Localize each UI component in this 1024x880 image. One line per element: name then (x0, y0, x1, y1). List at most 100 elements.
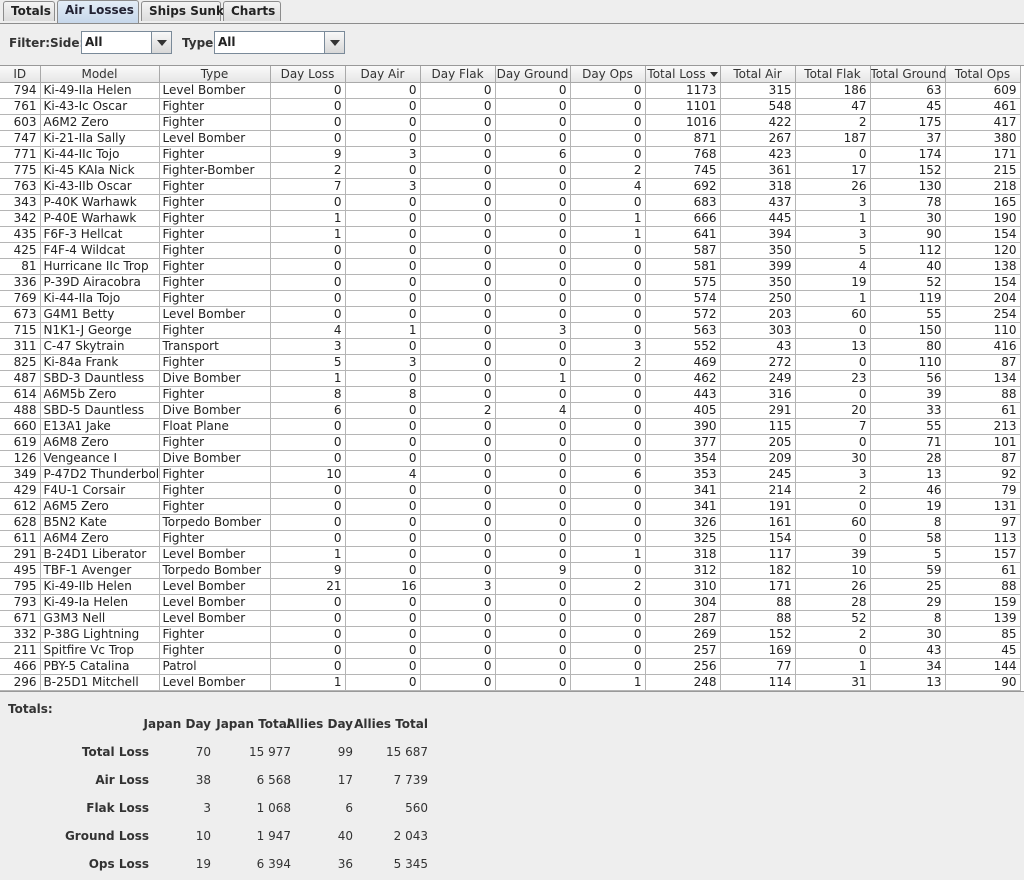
table-row[interactable]: 126 Vengeance I Dive Bomber 0 0 0 0 0 354 209 30 28… (0, 450, 1021, 467)
table-row[interactable]: 660 E13A1 Jake Float Plane 0 0 0 0 0 390 115 7 55 21… (0, 418, 1021, 435)
table-cell: Ki-84a Frank (40, 354, 160, 371)
table-row[interactable]: 771 Ki-44-IIc Tojo Fighter 9 3 0 6 0 768 423 0 174 1… (0, 146, 1021, 163)
table-row[interactable]: 793 Ki-49-Ia Helen Level Bomber 0 0 0 0 0 304 88 2… (0, 594, 1021, 611)
totals-row-label: Air Loss (95, 773, 149, 787)
table-cell: 291 (720, 402, 796, 419)
table-row[interactable]: 769 Ki-44-IIa Tojo Fighter 0 0 0 0 0 574 250 1 119 2… (0, 290, 1021, 307)
table-cell: 213 (945, 418, 1021, 435)
table-row[interactable]: 211 Spitfire Vc Trop Fighter 0 0 0 0 0 257 169 0 43… (0, 642, 1021, 659)
column-header-day-ground[interactable]: Day Ground (495, 66, 571, 83)
table-cell: 761 (0, 98, 41, 115)
table-row[interactable]: 425 F4F-4 Wildcat Fighter 0 0 0 0 0 587 350 5 112 12… (0, 242, 1021, 259)
table-row[interactable]: 342 P-40E Warhawk Fighter 1 0 0 0 1 666 445 1 30 190 (0, 210, 1021, 227)
table-row[interactable]: 311 C-47 Skytrain Transport 3 0 0 0 3 552 43 13 80 4… (0, 338, 1021, 355)
column-header-day-loss[interactable]: Day Loss (270, 66, 346, 83)
table-cell: 215 (945, 162, 1021, 179)
table-row[interactable]: 488 SBD-5 Dauntless Dive Bomber 6 0 2 4 0 405 291… (0, 402, 1021, 419)
table-cell: 0 (420, 322, 496, 339)
table-row[interactable]: 603 A6M2 Zero Fighter 0 0 0 0 0 1016 422 2 175 417 (0, 114, 1021, 131)
table-cell: 45 (870, 98, 946, 115)
side-select[interactable]: All (81, 31, 172, 54)
table-row[interactable]: 825 Ki-84a Frank Fighter 5 3 0 0 2 469 272 0 110 87 (0, 354, 1021, 371)
table-row[interactable]: 349 P-47D2 Thunderbolt Fighter 10 4 0 0 6 353 245… (0, 466, 1021, 483)
column-header-type[interactable]: Type (159, 66, 271, 83)
table-row[interactable]: 795 Ki-49-IIb Helen Level Bomber 21 16 3 0 2 310… (0, 578, 1021, 595)
table-cell: 1 (345, 322, 421, 339)
table-cell: A6M2 Zero (40, 114, 160, 131)
table-cell: 771 (0, 146, 41, 163)
table-row[interactable]: 296 B-25D1 Mitchell Level Bomber 1 0 0 0 1 248 11… (0, 674, 1021, 691)
table-cell: 80 (870, 338, 946, 355)
type-dropdown-button[interactable] (324, 32, 344, 53)
table-row[interactable]: 628 B5N2 Kate Torpedo Bomber 0 0 0 0 0 326 161 60 8… (0, 514, 1021, 531)
table-row[interactable]: 715 N1K1-J George Fighter 4 1 0 3 0 563 303 0 150 11… (0, 322, 1021, 339)
table-cell: 8 (870, 610, 946, 627)
table-cell: Ki-49-Ia Helen (40, 594, 160, 611)
column-header-total-ground[interactable]: Total Ground (870, 66, 946, 83)
table-cell: 63 (870, 82, 946, 99)
table-cell: Dive Bomber (159, 450, 271, 467)
table-cell: 0 (570, 434, 646, 451)
tab-ships-sunk[interactable]: Ships Sunk (141, 1, 224, 21)
table-cell: Transport (159, 338, 271, 355)
table-cell: N1K1-J George (40, 322, 160, 339)
table-cell: Fighter (159, 466, 271, 483)
table-row[interactable]: 429 F4U-1 Corsair Fighter 0 0 0 0 0 341 214 2 46 79 (0, 482, 1021, 499)
column-header-day-air[interactable]: Day Air (345, 66, 421, 83)
table-cell: B-24D1 Liberator (40, 546, 160, 563)
tab-totals[interactable]: Totals (3, 1, 55, 21)
table-row[interactable]: 747 Ki-21-IIa Sally Level Bomber 0 0 0 0 0 871 26… (0, 130, 1021, 147)
table-row[interactable]: 761 Ki-43-Ic Oscar Fighter 0 0 0 0 0 1101 548 47 45… (0, 98, 1021, 115)
table-row[interactable]: 81 Hurricane IIc Trop Fighter 0 0 0 0 0 581 399 4 4… (0, 258, 1021, 275)
table-row[interactable]: 343 P-40K Warhawk Fighter 0 0 0 0 0 683 437 3 78 165 (0, 194, 1021, 211)
column-header-day-flak[interactable]: Day Flak (420, 66, 496, 83)
table-row[interactable]: 794 Ki-49-IIa Helen Level Bomber 0 0 0 0 0 1173 3… (0, 82, 1021, 99)
table-row[interactable]: 673 G4M1 Betty Level Bomber 0 0 0 0 0 572 203 60 55… (0, 306, 1021, 323)
table-cell: 0 (270, 514, 346, 531)
table-row[interactable]: 612 A6M5 Zero Fighter 0 0 0 0 0 341 191 0 19 131 (0, 498, 1021, 515)
column-header-total-ops[interactable]: Total Ops (945, 66, 1021, 83)
tab-air-losses[interactable]: Air Losses (57, 0, 139, 23)
column-header-id[interactable]: ID (0, 66, 41, 83)
column-header-label: Day Air (360, 67, 405, 81)
table-cell: 1 (270, 210, 346, 227)
table-cell: 30 (870, 626, 946, 643)
table-row[interactable]: 435 F6F-3 Hellcat Fighter 1 0 0 0 1 641 394 3 90 154 (0, 226, 1021, 243)
column-header-total-loss[interactable]: Total Loss (645, 66, 721, 83)
totals-value: 15 977 (249, 745, 291, 759)
table-cell: 488 (0, 402, 41, 419)
table-cell: 315 (720, 82, 796, 99)
table-row[interactable]: 487 SBD-3 Dauntless Dive Bomber 1 0 0 1 0 462 249… (0, 370, 1021, 387)
tab-charts[interactable]: Charts (223, 1, 281, 21)
table-row[interactable]: 775 Ki-45 KAIa Nick Fighter-Bomber 2 0 0 0 2 745… (0, 162, 1021, 179)
table-row[interactable]: 291 B-24D1 Liberator Level Bomber 1 0 0 0 1 318 1… (0, 546, 1021, 563)
table-row[interactable]: 495 TBF-1 Avenger Torpedo Bomber 9 0 0 9 0 312 18… (0, 562, 1021, 579)
table-cell: 0 (570, 482, 646, 499)
table-row[interactable]: 619 A6M8 Zero Fighter 0 0 0 0 0 377 205 0 71 101 (0, 434, 1021, 451)
table-cell: 0 (345, 610, 421, 627)
table-cell: 87 (945, 354, 1021, 371)
table-cell: 26 (795, 578, 871, 595)
table-cell: 1 (795, 290, 871, 307)
table-cell: 0 (495, 290, 571, 307)
table-row[interactable]: 671 G3M3 Nell Level Bomber 0 0 0 0 0 287 88 52 8 139 (0, 610, 1021, 627)
column-header-total-flak[interactable]: Total Flak (795, 66, 871, 83)
table-cell: 0 (270, 498, 346, 515)
side-dropdown-button[interactable] (151, 32, 171, 53)
table-cell: 1016 (645, 114, 721, 131)
table-row[interactable]: 763 Ki-43-IIb Oscar Fighter 7 3 0 0 4 692 318 26 13… (0, 178, 1021, 195)
table-cell: 0 (345, 290, 421, 307)
table-row[interactable]: 614 A6M5b Zero Fighter 8 8 0 0 0 443 316 0 39 88 (0, 386, 1021, 403)
table-cell: 0 (495, 482, 571, 499)
table-row[interactable]: 336 P-39D Airacobra Fighter 0 0 0 0 0 575 350 19 52… (0, 274, 1021, 291)
column-header-model[interactable]: Model (40, 66, 160, 83)
type-select[interactable]: All (214, 31, 345, 54)
column-header-day-ops[interactable]: Day Ops (570, 66, 646, 83)
table-cell: 0 (570, 386, 646, 403)
table-cell: 0 (345, 546, 421, 563)
table-cell: 211 (0, 642, 41, 659)
table-row[interactable]: 466 PBY-5 Catalina Patrol 0 0 0 0 0 256 77 1 34 144 (0, 658, 1021, 675)
table-row[interactable]: 611 A6M4 Zero Fighter 0 0 0 0 0 325 154 0 58 113 (0, 530, 1021, 547)
column-header-total-air[interactable]: Total Air (720, 66, 796, 83)
table-row[interactable]: 332 P-38G Lightning Fighter 0 0 0 0 0 269 152 2 30 8… (0, 626, 1021, 643)
